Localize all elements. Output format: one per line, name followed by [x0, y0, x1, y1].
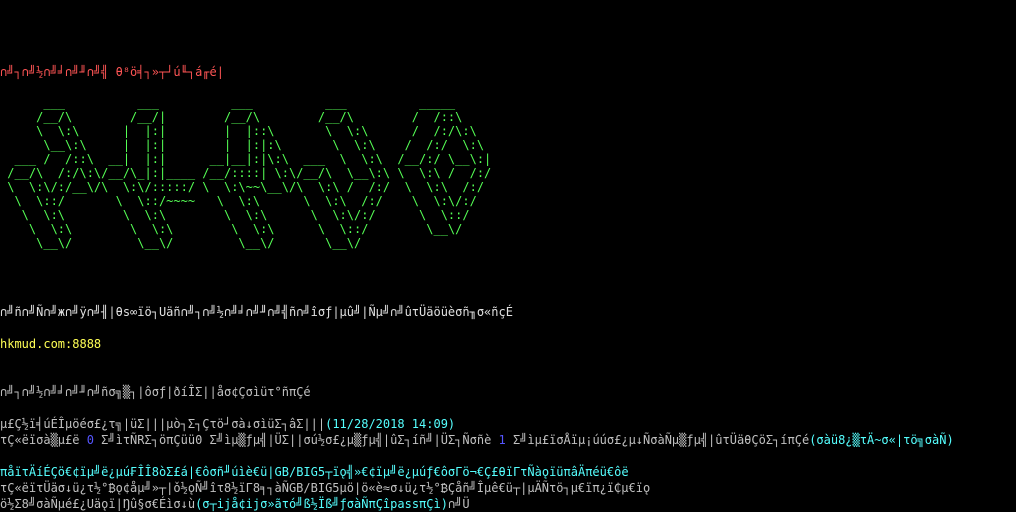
welcome-text: ∩╝ñ∩╝Ñ∩╝ж∩╝ÿ∩╝╢|θs∞ïö┐Uäñ∩╝┐∩╝½∩╝╛∩╝╜∩╝╣…	[0, 305, 513, 319]
online-count-2: 1	[498, 433, 506, 447]
host-address: hkmud.com:8888	[0, 337, 102, 351]
online-mid: Σ╝ìτÑRΣ┐öπÇüü0 Σ╝ìµ▒ƒµ╣|ÜΣ||σú½σ£¿µ▒ƒµ╣|…	[93, 433, 499, 447]
terminal-screen[interactable]: ∩╝┐∩╝½∩╝╛∩╝╜∩╝╣ θ⁸ö╡┐»┬┘ú╙┐á╓é| ___ ___ …	[0, 0, 1016, 512]
online-suffix: Σ╝ìµ£ïσÅïµ¡úúσ£¿µ↓ÑσàÑµ▒ƒµ╣|ûτÜäθÇöΣ┐íπÇ…	[505, 433, 810, 447]
login-prompt: ö½Σ8╝σàÑµé£¿Uäǫï|Ŋû§σ€Éìσ↓ù	[0, 497, 196, 511]
login-suffix: ∩╝Ü	[447, 497, 470, 511]
encoding-line: πåïτÄíÉÇö€¢ïµ╝ë¿µú₣ÎÎ8òΣ£á|€ôσñ╜úìè€ü|GB…	[0, 465, 629, 479]
login-pass-link[interactable]: (σ┬ijå¢ijσ»ãτó╝ß½Ïß╝ƒσàÑπÇîpassπÇì)	[195, 497, 448, 511]
stats-line: µ£Ç½ï╡úÉÎµöéσ£¿τ╗|üΣ|||µò┐Σ┐Çτö┘σà↓σìüΣ┐…	[0, 416, 455, 432]
online-link[interactable]: (σàü8¿▒τÄ~σ«|τö╗σàÑ)	[809, 433, 954, 447]
online-line: τÇ«ëïσà▒µ£ë 0 Σ╝ìτÑRΣ┐öπÇüü0 Σ╝ìµ▒ƒµ╣|ÜΣ…	[0, 432, 954, 448]
online-count: 0	[86, 433, 94, 447]
ascii-logo: ___ ___ ___ ___ _____ /__/\ /__/| /__/\ …	[7, 96, 492, 250]
online-prefix: τÇ«ëïσà▒µ£ë	[0, 433, 87, 447]
stats-date: (11/28/2018 14:09)	[325, 417, 456, 431]
stats-prefix: µ£Ç½ï╡úÉÎµöéσ£¿τ╗|üΣ|||µò┐Σ┐Çτö┘σà↓σìüΣ┐…	[0, 417, 326, 431]
banner-text: ∩╝┐∩╝½∩╝╛∩╝╜∩╝╣ θ⁸ö╡┐»┬┘ú╙┐á╓é|	[0, 65, 224, 79]
login-line-2: ö½Σ8╝σàÑµé£¿Uäǫï|Ŋû§σ€Éìσ↓ù(σ┬ijå¢ijσ»ãτ…	[0, 496, 470, 512]
login-line-1: τÇ«ëïτÜäσ↓ü¿τ½°₿ǫ¢åµ╝»┬|ǒ½ǫÑ╝îτ8½ïΓ8╕┐àÑ…	[0, 481, 651, 495]
notice-text: ∩╝┐∩╝½∩╝╛∩╝╜∩╝ñσ╗▒┐|ôσƒ|ðíÎΣ||åσ¢Çσìüτ°ñ…	[0, 385, 311, 399]
